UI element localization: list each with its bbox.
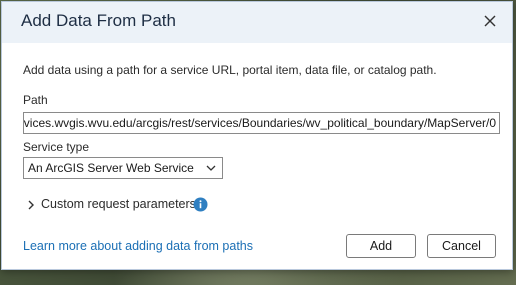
dialog-titlebar: Add Data From Path	[2, 2, 512, 43]
dialog-description: Add data using a path for a service URL,…	[23, 63, 437, 77]
info-icon[interactable]	[193, 197, 208, 212]
path-input[interactable]: https://services.wvgis.wvu.edu/arcgis/re…	[23, 112, 500, 134]
cancel-button[interactable]: Cancel	[427, 234, 496, 258]
add-button[interactable]: Add	[346, 234, 416, 258]
path-input-value: https://services.wvgis.wvu.edu/arcgis/re…	[23, 116, 496, 130]
custom-request-parameters-label: Custom request parameters	[41, 197, 196, 211]
close-icon	[484, 15, 496, 27]
path-label: Path	[23, 93, 48, 107]
learn-more-link[interactable]: Learn more about adding data from paths	[23, 239, 253, 253]
service-type-label: Service type	[23, 140, 90, 154]
chevron-down-icon	[206, 165, 216, 171]
dialog-title: Add Data From Path	[21, 11, 176, 30]
service-type-dropdown[interactable]: An ArcGIS Server Web Service	[23, 157, 223, 179]
add-data-from-path-dialog: Add Data From Path Add data using a path…	[1, 1, 513, 270]
close-button[interactable]	[480, 11, 500, 31]
chevron-right-icon	[28, 200, 34, 210]
service-type-selected: An ArcGIS Server Web Service	[28, 161, 194, 175]
